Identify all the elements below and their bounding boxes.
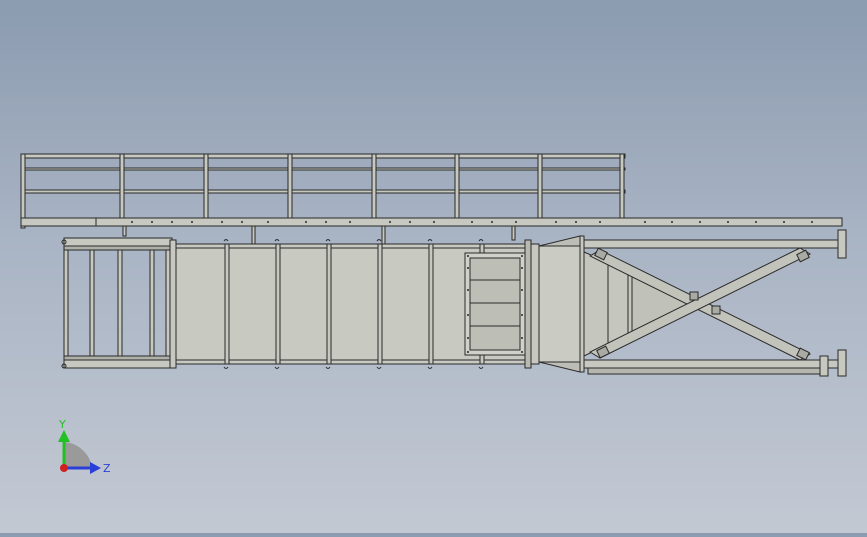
flange [524,239,540,369]
mid-rail-upper [20,167,626,171]
railing-post [20,153,26,229]
deck-support [122,225,127,237]
railing [20,153,843,245]
left-end-frame [61,237,177,369]
railing-post [537,153,543,219]
axis-triad-icon: Y Z [58,418,111,475]
railing-post [454,153,460,219]
walkway-deck [20,217,843,227]
cad-viewport[interactable]: Y Z [0,0,867,533]
railing-post [119,153,125,219]
deck-support [381,225,386,245]
x-axis-point [60,464,68,472]
railing-post [287,153,293,219]
access-door [464,252,526,356]
z-axis-label: Z [103,462,111,475]
triad-plane [64,442,92,468]
deck-support [511,225,516,241]
y-axis-label: Y [58,418,66,431]
deck-support [251,225,256,245]
railing-post [619,153,625,219]
transition-cone [538,235,701,373]
railing-post [371,153,377,219]
mid-rail-lower [20,189,626,194]
cad-model-drawing: Y Z [20,153,847,475]
top-rail [20,153,626,159]
railing-post [203,153,209,219]
